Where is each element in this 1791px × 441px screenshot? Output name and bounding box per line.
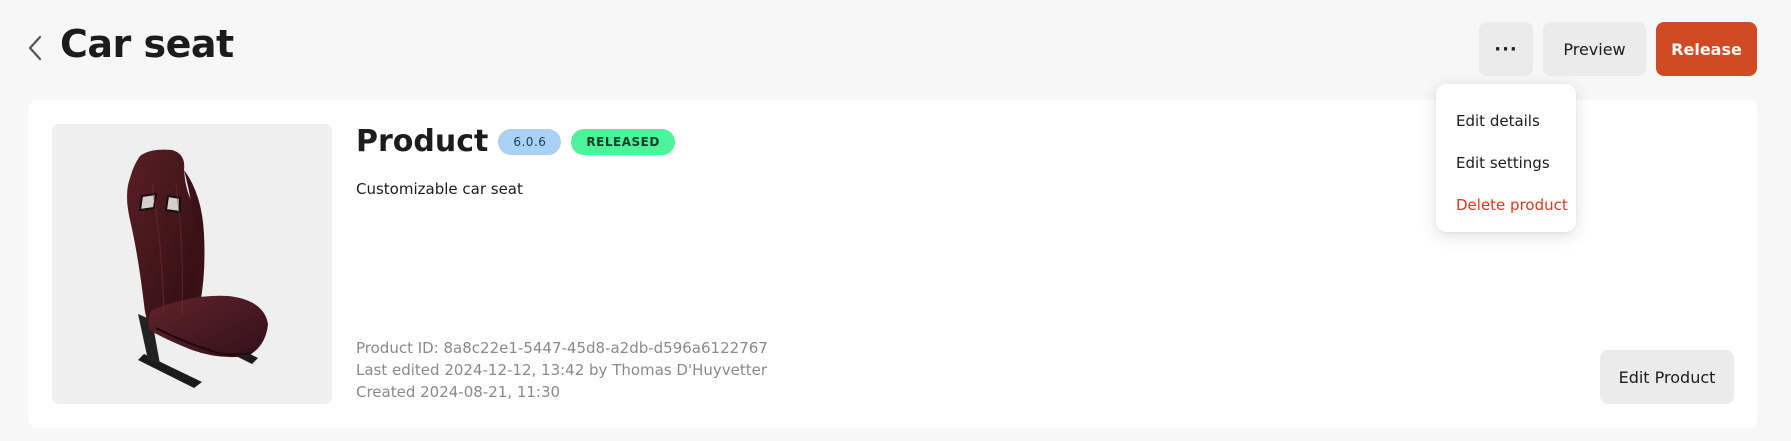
chevron-left-icon [28, 35, 42, 61]
product-title: Product [356, 124, 489, 159]
edit-product-button[interactable]: Edit Product [1600, 350, 1734, 404]
product-meta: Product ID: 8a8c22e1-5447-45d8-a2db-d596… [356, 337, 768, 403]
product-thumbnail [52, 124, 332, 404]
last-edited: Last edited 2024-12-12, 13:42 by Thomas … [356, 361, 768, 379]
edit-product-label: Edit Product [1618, 367, 1716, 387]
product-description: Customizable car seat [356, 180, 523, 198]
version-badge: 6.0.6 [498, 128, 562, 155]
back-button[interactable] [20, 30, 50, 66]
product-id: Product ID: 8a8c22e1-5447-45d8-a2db-d596… [356, 339, 768, 357]
more-options-button[interactable]: ··· [1479, 22, 1533, 76]
more-options-label: ··· [1494, 38, 1518, 60]
product-heading: Product 6.0.6 RELEASED [356, 124, 675, 159]
created-date: Created 2024-08-21, 11:30 [356, 383, 561, 401]
release-label: Release [1671, 39, 1742, 59]
menu-item-edit-details[interactable]: Edit details [1436, 100, 1576, 142]
preview-button[interactable]: Preview [1543, 22, 1646, 76]
preview-label: Preview [1563, 39, 1626, 59]
release-button[interactable]: Release [1656, 22, 1757, 76]
page-title: Car seat [60, 22, 234, 66]
menu-item-edit-settings[interactable]: Edit settings [1436, 142, 1576, 184]
car-seat-image [127, 149, 268, 388]
status-badge: RELEASED [571, 128, 675, 155]
menu-item-delete-product[interactable]: Delete product [1436, 184, 1576, 226]
more-options-menu: Edit details Edit settings Delete produc… [1436, 84, 1576, 232]
